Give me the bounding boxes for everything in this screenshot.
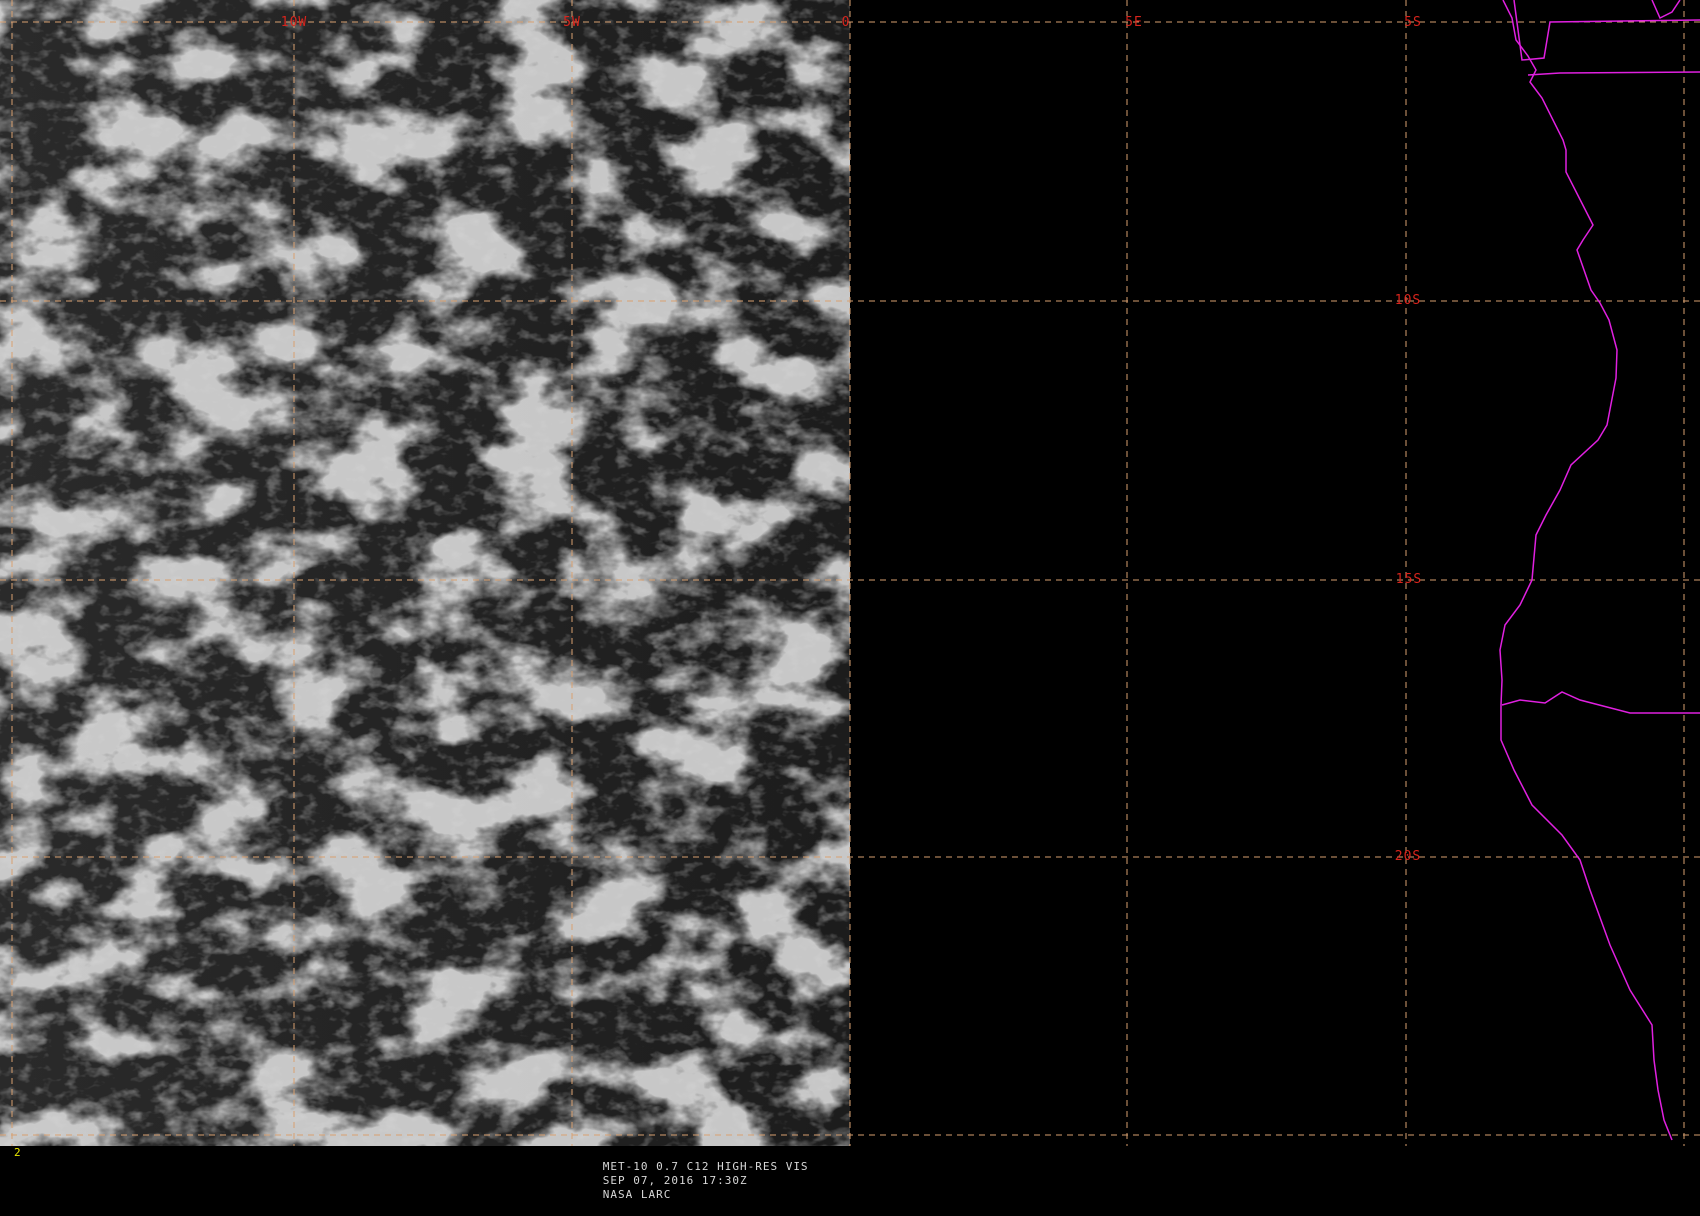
lat-label-10s: 10S [1395, 293, 1421, 308]
border-angola-namibia [1501, 691, 1700, 714]
lon-label-10w: 10W [281, 15, 307, 30]
border-angola-drc [1513, 0, 1700, 61]
product-name: MET-10 0.7 C12 HIGH-RES VIS [602, 1160, 809, 1173]
border-northeast [1651, 0, 1681, 20]
image-caption-bar: 2 MET-10 0.7 C12 HIGH-RES VIS SEP 07, 20… [0, 1146, 1700, 1201]
lon-label-5w: 5W [563, 15, 581, 30]
frame-number: 2 [14, 1146, 21, 1159]
coastline [1499, 0, 1673, 1141]
data-source: NASA LARC [602, 1188, 672, 1201]
lat-label-15s: 15S [1396, 572, 1422, 587]
border-drc-angola [1527, 71, 1700, 76]
coastline-borders [1499, 0, 1700, 1141]
lat-label-20s: 20S [1395, 849, 1421, 864]
lon-label-5e: 5E [1125, 15, 1143, 30]
satellite-map: 10W 5W 0 5E 5S 10S 15S 20S [0, 0, 1700, 1146]
caption-text: MET-10 0.7 C12 HIGH-RES VIS SEP 07, 2016… [557, 1146, 835, 1216]
cloud-imagery [0, 0, 850, 1146]
lat-label-5s: 5S [1404, 15, 1422, 30]
image-datetime: SEP 07, 2016 17:30Z [602, 1174, 748, 1187]
satellite-image-viewer: 10W 5W 0 5E 5S 10S 15S 20S 2 MET-10 0.7 … [0, 0, 1700, 1201]
lon-label-0: 0 [842, 15, 851, 30]
latitude-labels: 5S 10S 15S 20S [1395, 15, 1422, 864]
